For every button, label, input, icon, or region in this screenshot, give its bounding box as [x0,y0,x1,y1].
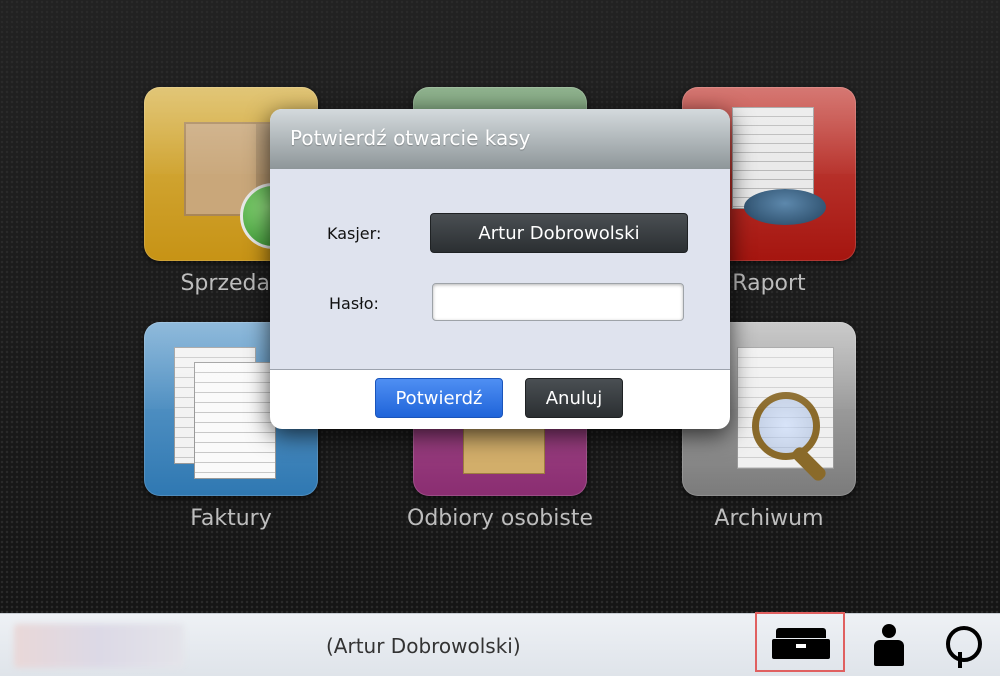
tile-label-odbiory: Odbiory osobiste [407,506,593,531]
power-icon-line [958,652,962,668]
confirm-open-register-dialog: Potwierdź otwarcie kasy Kasjer: Artur Do… [270,109,730,429]
cash-drawer-icon [772,628,830,659]
password-label: Hasło: [329,294,379,313]
tile-label-archiwum: Archiwum [714,506,824,531]
power-icon [946,626,982,662]
tile-label-faktury: Faktury [190,506,272,531]
user-icon [882,624,896,638]
logged-user-name: (Artur Dobrowolski) [326,634,521,658]
pie-chart-icon [744,189,826,225]
document-icon [194,362,276,479]
dialog-title: Potwierdź otwarcie kasy [270,109,730,169]
cancel-button[interactable]: Anuluj [525,378,623,418]
power-button[interactable] [938,622,984,672]
company-logo [14,624,184,668]
dialog-body: Kasjer: Artur Dobrowolski Hasło: [270,169,730,370]
parcel-icon [463,422,545,474]
cashier-select-button[interactable]: Artur Dobrowolski [430,213,688,253]
bottom-bar: (Artur Dobrowolski) [0,612,1000,676]
cash-drawer-button[interactable] [755,612,845,672]
confirm-button[interactable]: Potwierdź [375,378,503,418]
password-input[interactable] [432,283,684,321]
user-icon-body [874,640,904,666]
user-button[interactable] [866,622,912,672]
magnifier-icon [752,392,820,460]
cashier-label: Kasjer: [327,224,382,243]
